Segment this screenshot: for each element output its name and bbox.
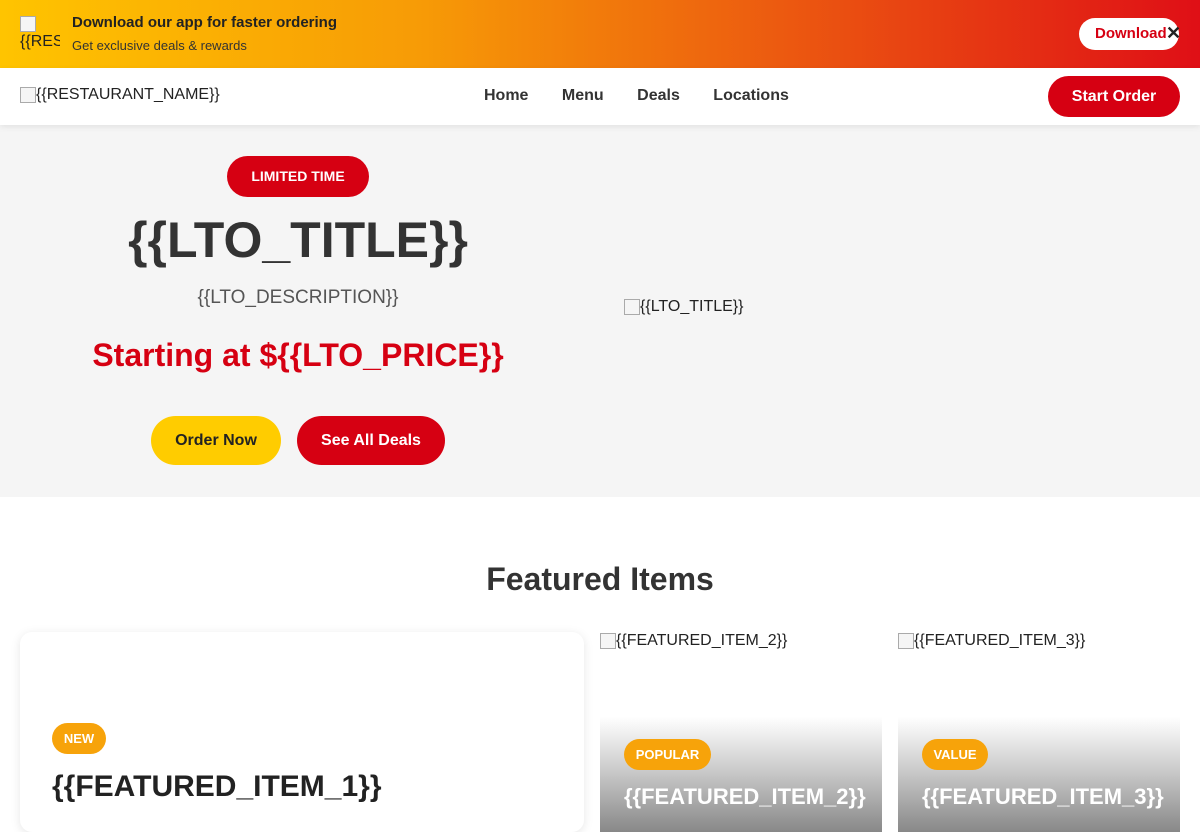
app-icon-image: {{RES <box>20 15 60 53</box>
app-promo-banner: {{RES Download our app for faster orderi… <box>0 0 1200 68</box>
app-icon-alt: {{RES <box>20 33 60 50</box>
value-badge: VALUE <box>922 739 988 770</box>
featured-section: Featured Items NEW {{FEATURED_ITEM_1}} {… <box>0 497 1200 832</box>
order-now-button[interactable]: Order Now <box>151 416 281 465</box>
popular-badge: POPULAR <box>624 739 711 770</box>
broken-image-icon <box>898 633 914 649</box>
main-navbar: {{RESTAURANT_NAME}} Home Menu Deals Loca… <box>0 68 1200 125</box>
featured-item-image: {{FEATURED_ITEM_2}} <box>600 632 787 650</box>
lto-hero: LIMITED TIME {{LTO_TITLE}} {{LTO_DESCRIP… <box>0 125 1200 497</box>
nav-links: Home Menu Deals Locations <box>484 87 818 105</box>
logo-alt: {{RESTAURANT_NAME}} <box>36 86 220 103</box>
featured-image-alt: {{FEATURED_ITEM_3}} <box>914 632 1086 649</box>
close-icon[interactable]: ✕ <box>1166 22 1181 44</box>
lto-price: Starting at ${{LTO_PRICE}} <box>92 337 504 373</box>
restaurant-logo[interactable]: {{RESTAURANT_NAME}} <box>20 86 220 104</box>
lto-title: {{LTO_TITLE}} <box>128 212 468 268</box>
featured-item-name: {{FEATURED_ITEM_3}} <box>922 784 1164 809</box>
featured-heading: Featured Items <box>486 561 714 597</box>
featured-item-name: {{FEATURED_ITEM_2}} <box>624 784 866 809</box>
card-gradient-overlay <box>898 717 1180 832</box>
broken-image-icon <box>20 16 36 32</box>
card-gradient-overlay <box>600 717 882 832</box>
broken-image-icon <box>624 299 640 315</box>
broken-image-icon <box>600 633 616 649</box>
nav-link-menu[interactable]: Menu <box>562 87 604 105</box>
see-all-deals-button[interactable]: See All Deals <box>297 416 445 465</box>
featured-item-name: {{FEATURED_ITEM_1}} <box>52 770 382 803</box>
broken-image-icon <box>20 87 36 103</box>
lto-image-alt: {{LTO_TITLE}} <box>640 298 744 315</box>
featured-card-3[interactable]: {{FEATURED_ITEM_3}} VALUE {{FEATURED_ITE… <box>898 632 1180 832</box>
download-app-button[interactable]: Download <box>1079 18 1179 50</box>
featured-item-image: {{FEATURED_ITEM_3}} <box>898 632 1085 650</box>
new-badge: NEW <box>52 723 106 754</box>
promo-subtitle: Get exclusive deals & rewards <box>72 38 247 53</box>
limited-time-badge: LIMITED TIME <box>227 156 369 197</box>
featured-card-2[interactable]: {{FEATURED_ITEM_2}} POPULAR {{FEATURED_I… <box>600 632 882 832</box>
featured-image-alt: {{FEATURED_ITEM_2}} <box>616 632 788 649</box>
lto-description: {{LTO_DESCRIPTION}} <box>197 287 399 308</box>
nav-link-locations[interactable]: Locations <box>713 87 789 105</box>
start-order-button[interactable]: Start Order <box>1048 76 1180 117</box>
promo-title: Download our app for faster ordering <box>72 14 338 31</box>
nav-link-home[interactable]: Home <box>484 87 528 105</box>
featured-card-1[interactable]: NEW {{FEATURED_ITEM_1}} <box>20 632 584 832</box>
nav-link-deals[interactable]: Deals <box>637 87 680 105</box>
lto-image: {{LTO_TITLE}} <box>624 298 743 316</box>
